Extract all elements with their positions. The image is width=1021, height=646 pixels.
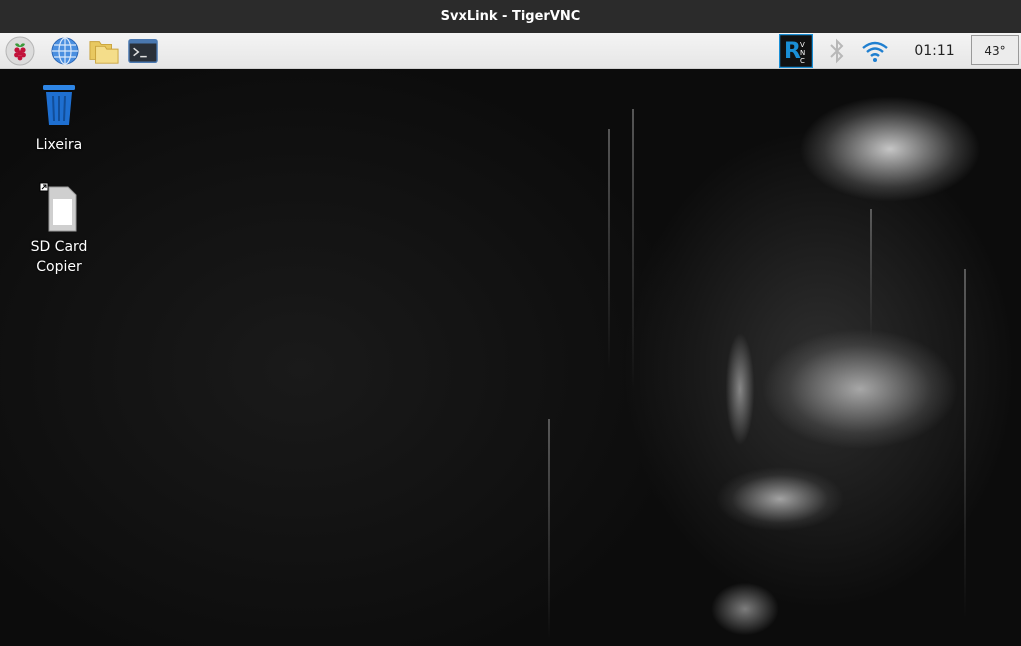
bluetooth-icon[interactable] bbox=[822, 36, 852, 66]
desktop-icon-label: Lixeira bbox=[35, 137, 83, 153]
web-browser-icon[interactable] bbox=[50, 36, 80, 66]
vnc-server-icon[interactable]: R V N C bbox=[779, 34, 813, 68]
desktop[interactable]: Lixeira SD Card Copier bbox=[0, 69, 1021, 646]
svg-text:V: V bbox=[800, 41, 805, 49]
desktop-icon-sd-card-copier[interactable]: SD Card Copier bbox=[14, 181, 104, 277]
desktop-icon-trash[interactable]: Lixeira bbox=[14, 81, 104, 155]
taskbar: R V N C 01:11 43° bbox=[0, 33, 1021, 69]
svg-text:N: N bbox=[800, 49, 805, 57]
wallpaper-streak bbox=[870, 209, 872, 339]
cpu-temperature[interactable]: 43° bbox=[971, 35, 1019, 65]
desktop-icon-label-line2: Copier bbox=[36, 259, 82, 275]
clock[interactable]: 01:11 bbox=[912, 33, 957, 69]
raspberry-menu-icon[interactable] bbox=[5, 36, 35, 66]
wallpaper-streak bbox=[548, 419, 550, 639]
window-titlebar[interactable]: SvxLink - TigerVNC bbox=[0, 0, 1021, 33]
desktop-icon-label-line1: SD Card bbox=[30, 239, 88, 255]
window-title: SvxLink - TigerVNC bbox=[440, 9, 581, 24]
wallpaper-streak bbox=[608, 129, 610, 369]
trash-icon bbox=[37, 81, 81, 131]
sd-card-icon bbox=[36, 181, 82, 237]
terminal-icon[interactable] bbox=[128, 36, 158, 66]
wallpaper-streak bbox=[964, 269, 966, 619]
wifi-icon[interactable] bbox=[860, 36, 890, 66]
svg-text:C: C bbox=[800, 57, 805, 65]
file-manager-icon[interactable] bbox=[89, 36, 119, 66]
wallpaper-streak bbox=[632, 109, 634, 389]
svg-text:R: R bbox=[784, 39, 801, 64]
